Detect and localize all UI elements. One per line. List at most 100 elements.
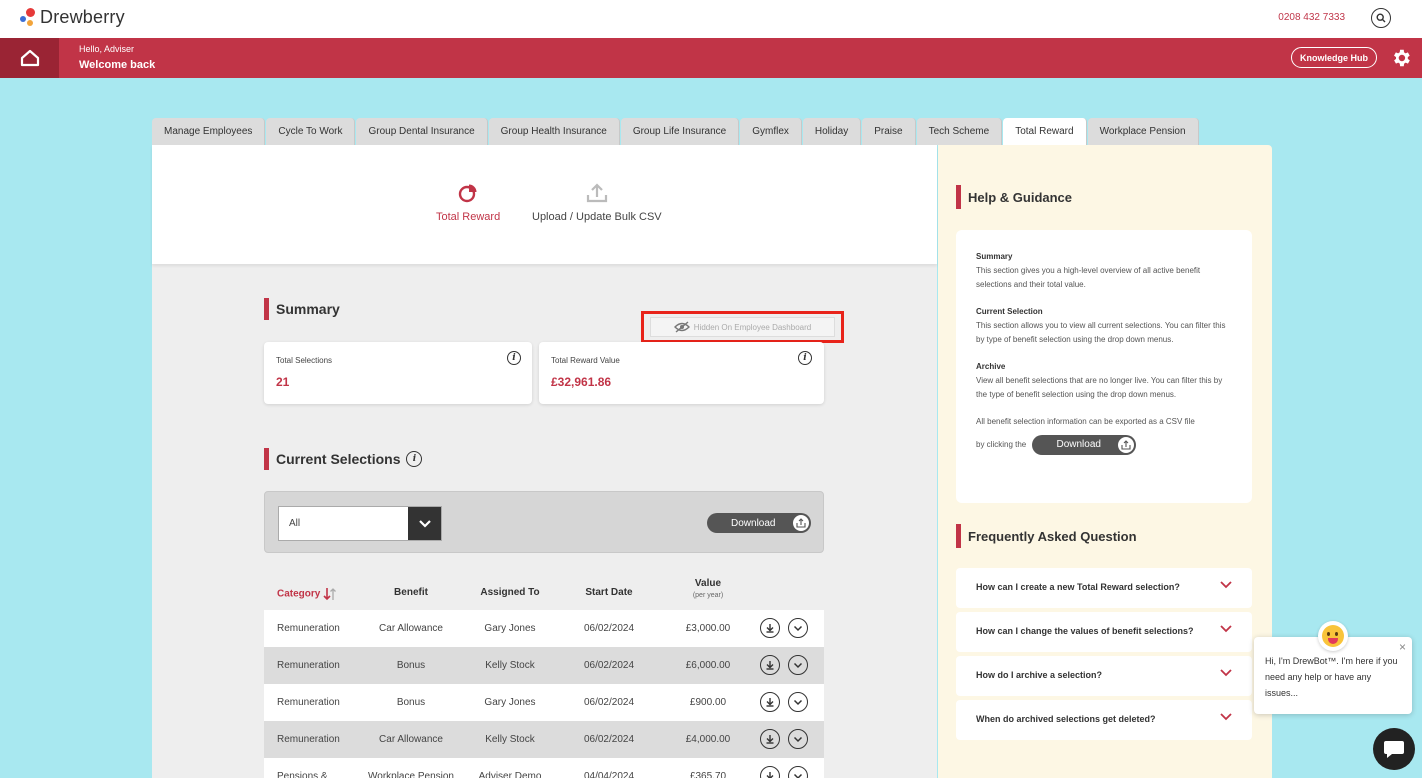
faq-item[interactable]: How can I change the values of benefit s… bbox=[956, 612, 1252, 652]
table-row: Remuneration Bonus Kelly Stock 06/02/2024 £6… bbox=[264, 647, 824, 684]
summary-heading: Summary bbox=[264, 298, 340, 320]
row-download-icon[interactable] bbox=[760, 692, 780, 712]
row-benefit: Car Allowance bbox=[379, 623, 443, 634]
hidden-on-dashboard-highlight: Hidden On Employee Dashboard bbox=[641, 311, 844, 343]
export-icon bbox=[793, 515, 809, 531]
row-expand-chevron-icon[interactable] bbox=[788, 655, 808, 675]
tab-holiday[interactable]: Holiday bbox=[802, 118, 862, 145]
info-icon[interactable]: i bbox=[507, 351, 521, 365]
search-button[interactable] bbox=[1371, 8, 1391, 28]
row-expand-chevron-icon[interactable] bbox=[788, 618, 808, 638]
greeting: Hello, Adviser bbox=[79, 44, 135, 54]
row-download-icon[interactable] bbox=[760, 766, 780, 778]
faq-question: How can I change the values of benefit s… bbox=[976, 626, 1194, 636]
row-download-icon[interactable] bbox=[760, 655, 780, 675]
assigned-to-column-header: Assigned To bbox=[480, 587, 540, 598]
gear-icon[interactable] bbox=[1390, 47, 1412, 69]
drewbot-avatar bbox=[1318, 621, 1348, 651]
help-summary-text: This section gives you a high-level over… bbox=[976, 266, 1201, 289]
download-button[interactable]: Download bbox=[707, 513, 811, 533]
faq-item[interactable]: When do archived selections get deleted? bbox=[956, 700, 1252, 740]
close-icon[interactable]: × bbox=[1399, 639, 1406, 655]
row-value: £6,000.00 bbox=[685, 660, 731, 671]
help-download-label: Download bbox=[1056, 439, 1101, 450]
chevron-down-icon bbox=[1220, 669, 1232, 679]
faq-question: How do I archive a selection? bbox=[976, 670, 1103, 680]
tab-group-life-insurance[interactable]: Group Life Insurance bbox=[620, 118, 740, 145]
category-column-header[interactable]: Category bbox=[277, 587, 337, 601]
help-archive-text: View all benefit selections that are no … bbox=[976, 376, 1223, 399]
help-summary-heading: Summary bbox=[976, 252, 1013, 261]
row-start-date: 06/02/2024 bbox=[583, 697, 635, 708]
drewberry-logo[interactable]: Drewberry bbox=[20, 7, 125, 28]
table-header: Category Benefit Assigned To Start Date … bbox=[264, 575, 824, 610]
total-reward-value-card: Total Reward Value £32,961.86 i bbox=[539, 342, 824, 404]
category-filter-select[interactable]: All bbox=[278, 506, 442, 541]
row-category: Remuneration bbox=[277, 697, 340, 708]
tab-tech-scheme[interactable]: Tech Scheme bbox=[916, 118, 1003, 145]
phone-number[interactable]: 0208 432 7333 bbox=[1278, 12, 1345, 23]
chevron-down-icon bbox=[418, 519, 431, 528]
hidden-on-dashboard-toggle[interactable]: Hidden On Employee Dashboard bbox=[650, 317, 835, 337]
benefit-tabs: Manage Employees Cycle To Work Group Denta… bbox=[152, 118, 1200, 145]
tab-group-health-insurance[interactable]: Group Health Insurance bbox=[488, 118, 620, 145]
faq-item[interactable]: How can I create a new Total Reward sele… bbox=[956, 568, 1252, 608]
heading-accent bbox=[956, 185, 961, 209]
export-icon bbox=[1118, 437, 1135, 453]
help-archive-heading: Archive bbox=[976, 362, 1006, 371]
dropdown-toggle[interactable] bbox=[408, 507, 441, 540]
total-selections-value: 21 bbox=[276, 375, 290, 389]
help-download-button[interactable]: Download bbox=[1032, 435, 1137, 455]
knowledge-hub-button[interactable]: Knowledge Hub bbox=[1291, 47, 1377, 68]
tab-workplace-pension[interactable]: Workplace Pension bbox=[1087, 118, 1199, 145]
help-title: Help & Guidance bbox=[968, 189, 1073, 205]
row-assigned-to: Gary Jones bbox=[484, 623, 536, 634]
chat-bubble-icon bbox=[1384, 741, 1404, 758]
row-start-date: 04/04/2024 bbox=[583, 771, 635, 778]
tab-manage-employees[interactable]: Manage Employees bbox=[152, 118, 266, 145]
table-row: Remuneration Car Allowance Gary Jones 06/02… bbox=[264, 610, 824, 647]
chevron-down-icon bbox=[1220, 625, 1232, 635]
chevron-down-icon bbox=[1220, 581, 1232, 591]
total-selections-card: Total Selections 21 i bbox=[264, 342, 532, 404]
view-selector: Total Reward Upload / Update Bulk CSV bbox=[152, 145, 937, 264]
faq-item[interactable]: How do I archive a selection? bbox=[956, 656, 1252, 696]
tab-gymflex[interactable]: Gymflex bbox=[740, 118, 802, 145]
row-category: Remuneration bbox=[277, 660, 340, 671]
row-expand-chevron-icon[interactable] bbox=[788, 692, 808, 712]
home-button[interactable] bbox=[0, 38, 59, 78]
current-selections-title: Current Selections bbox=[276, 451, 401, 467]
filter-panel: All Download bbox=[264, 491, 824, 553]
tab-total-reward[interactable]: Total Reward bbox=[1003, 118, 1087, 145]
chevron-down-icon bbox=[1220, 713, 1232, 723]
heading-accent bbox=[956, 524, 961, 548]
row-expand-chevron-icon[interactable] bbox=[788, 766, 808, 778]
chat-launcher-button[interactable] bbox=[1373, 728, 1415, 770]
total-reward-value-label: Total Reward Value bbox=[551, 356, 620, 365]
header-bar: Hello, Adviser Welcome back Knowledge Hu… bbox=[0, 38, 1422, 78]
row-benefit: Workplace Pension bbox=[368, 771, 454, 778]
tab-praise[interactable]: Praise bbox=[862, 118, 916, 145]
faq-title: Frequently Asked Question bbox=[968, 528, 1137, 544]
benefit-column-header: Benefit bbox=[394, 587, 428, 598]
faq-heading: Frequently Asked Question bbox=[956, 524, 1137, 548]
upload-icon bbox=[586, 183, 607, 203]
value-column-header: Value (per year) bbox=[692, 578, 724, 599]
tab-group-dental-insurance[interactable]: Group Dental Insurance bbox=[356, 118, 488, 145]
total-reward-view-button[interactable]: Total Reward bbox=[436, 183, 500, 223]
current-selections-heading: Current Selections i bbox=[264, 448, 423, 470]
row-value: £3,000.00 bbox=[685, 623, 731, 634]
logo-text: Drewberry bbox=[40, 7, 125, 27]
row-benefit: Bonus bbox=[396, 660, 426, 671]
upload-csv-view-button[interactable]: Upload / Update Bulk CSV bbox=[532, 183, 662, 223]
row-start-date: 06/02/2024 bbox=[583, 660, 635, 671]
info-icon[interactable]: i bbox=[406, 451, 423, 467]
help-export-text: All benefit selection information can be… bbox=[976, 417, 1195, 426]
table-row: Remuneration Car Allowance Kelly Stock 06/0… bbox=[264, 721, 824, 758]
info-icon[interactable]: i bbox=[798, 351, 812, 365]
hidden-on-dashboard-label: Hidden On Employee Dashboard bbox=[693, 322, 812, 332]
row-expand-chevron-icon[interactable] bbox=[788, 729, 808, 749]
tab-cycle-to-work[interactable]: Cycle To Work bbox=[266, 118, 356, 145]
row-download-icon[interactable] bbox=[760, 618, 780, 638]
row-download-icon[interactable] bbox=[760, 729, 780, 749]
